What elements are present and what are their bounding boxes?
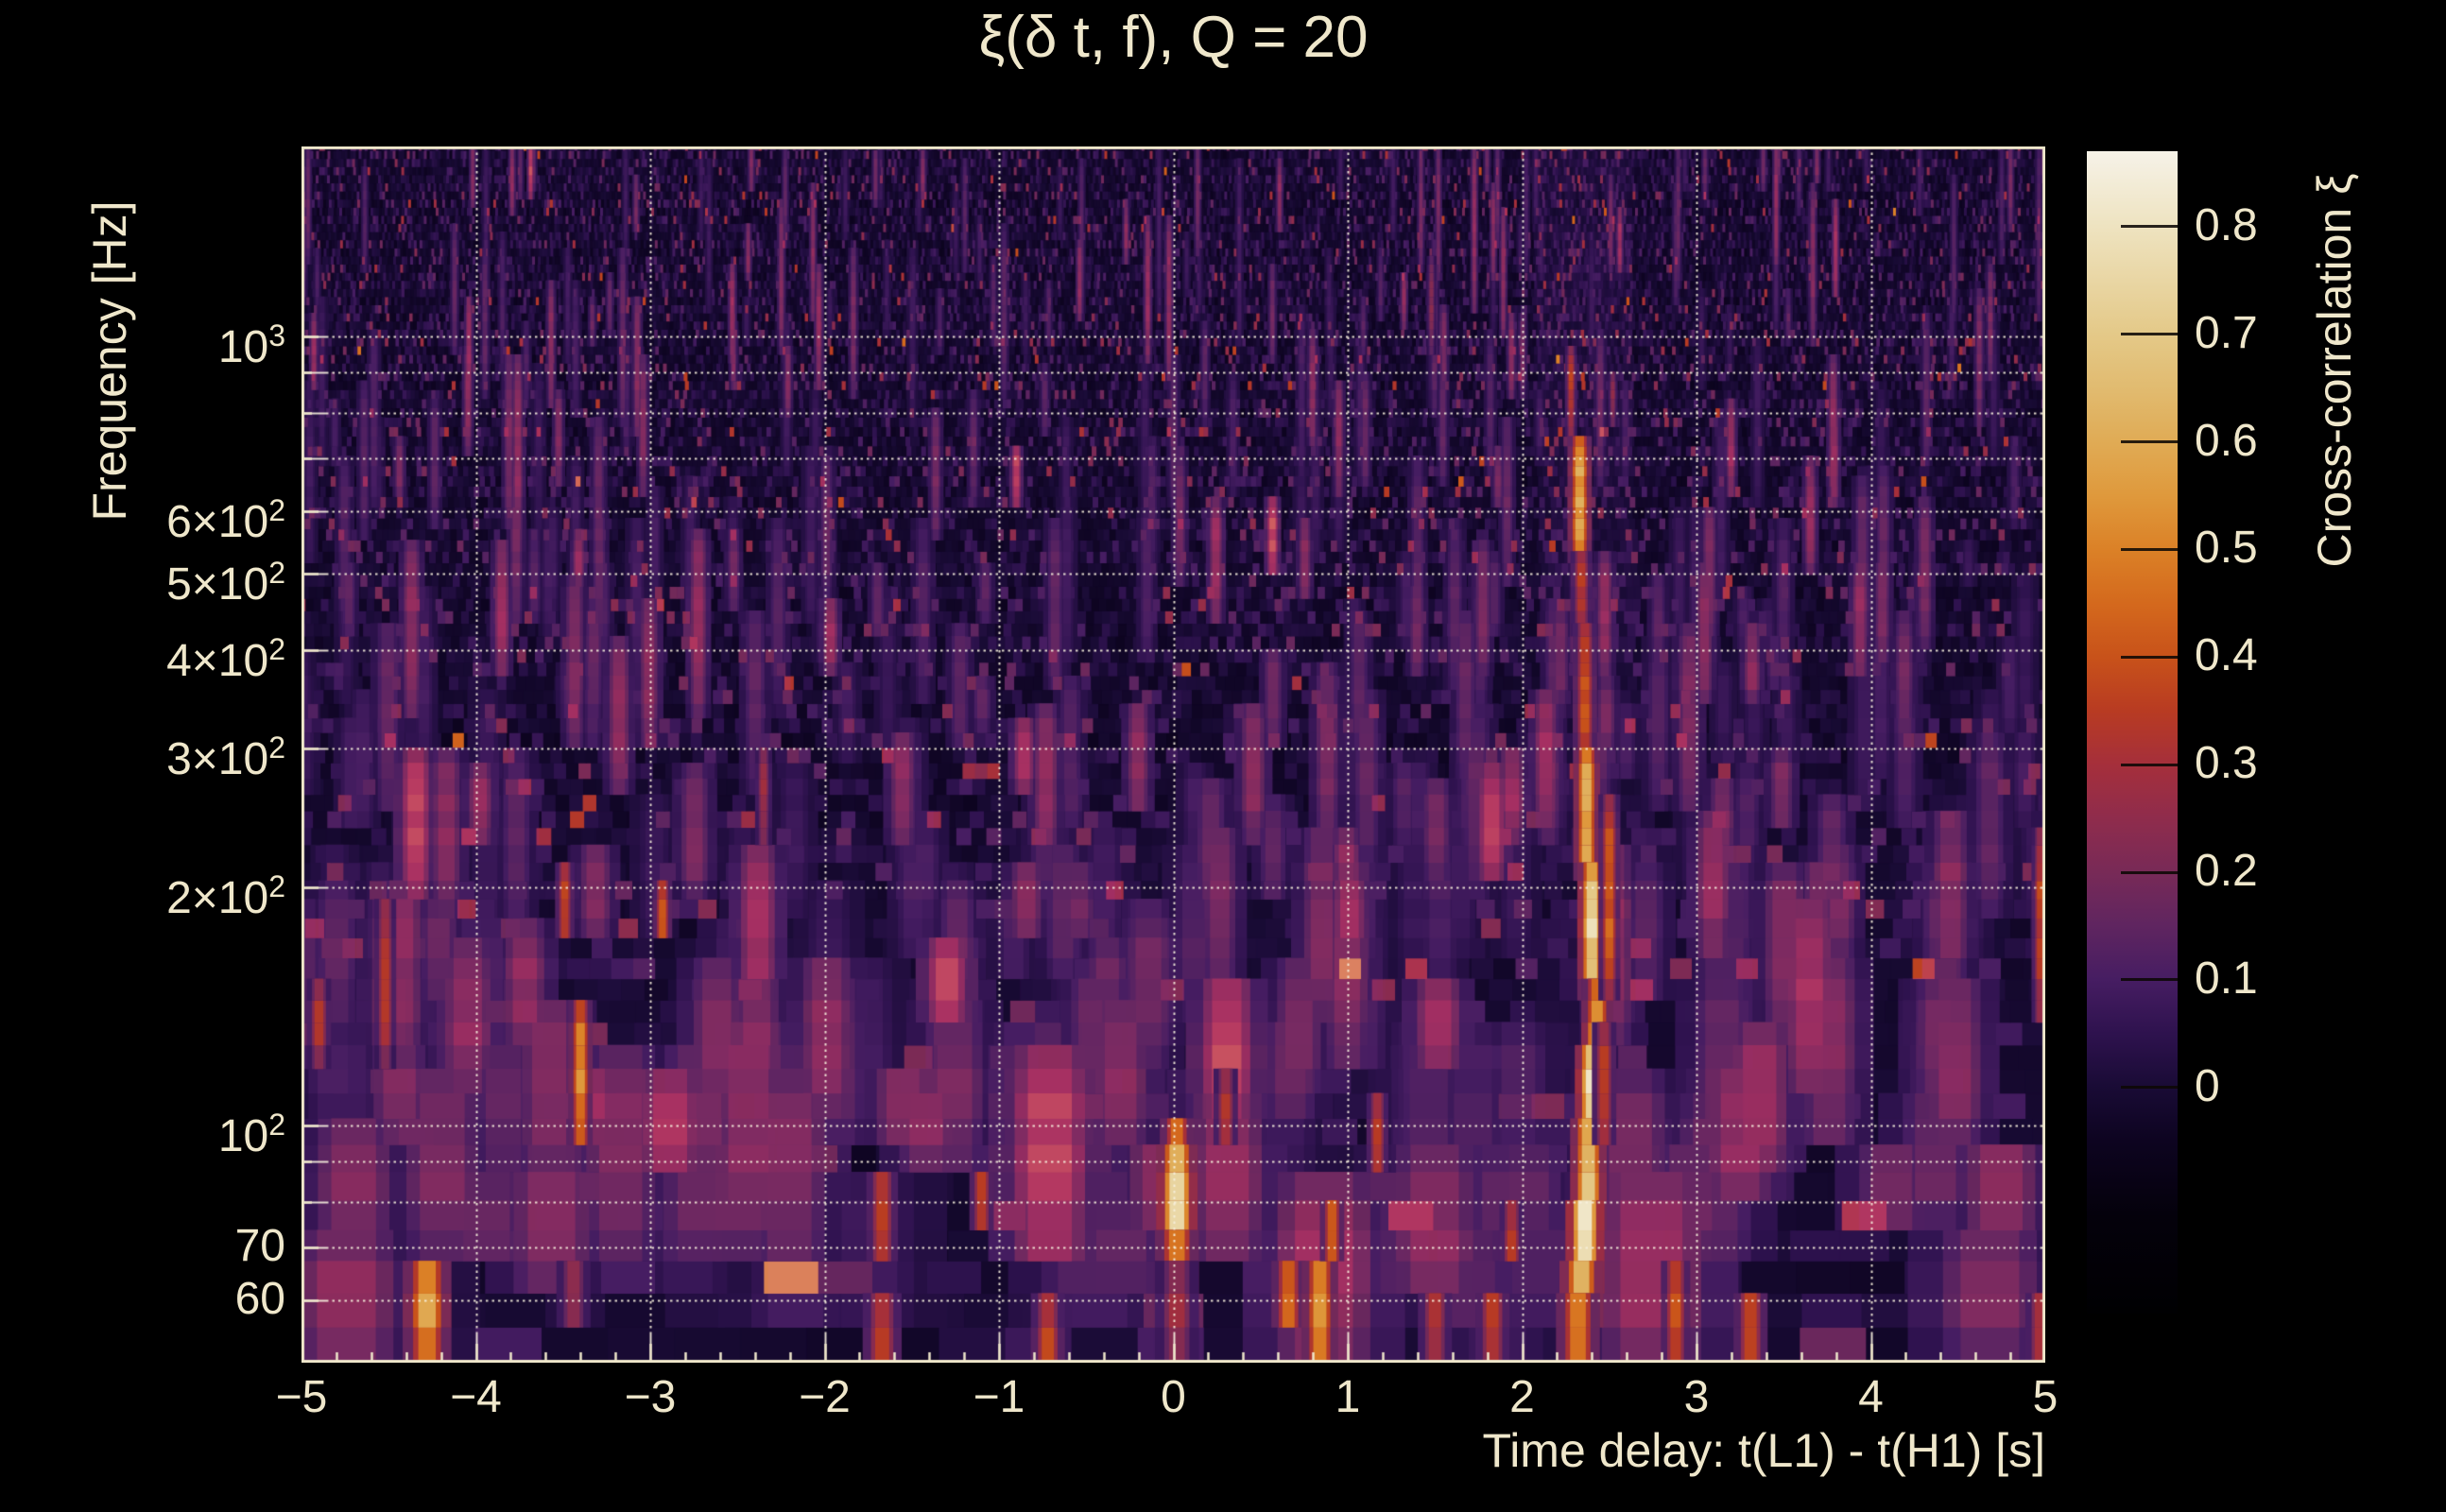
x-tick-label: 4 (1858, 1372, 1884, 1422)
colorbar-tick-label: 0.3 (2195, 738, 2258, 789)
x-tick-label: −2 (799, 1372, 851, 1422)
x-tick-label: 0 (1161, 1372, 1186, 1422)
y-tick-label: 3×102 (166, 730, 285, 785)
colorbar-gradient (2087, 151, 2178, 1314)
y-tick-exponent: 2 (268, 493, 285, 528)
colorbar-tick-label: 0.1 (2195, 953, 2258, 1004)
colorbar-tick (2121, 763, 2178, 766)
y-tick-label: 6×102 (166, 493, 285, 548)
colorbar-tick-label: 0.2 (2195, 846, 2258, 897)
y-tick-exponent: 2 (268, 632, 285, 667)
y-tick-label: 102 (217, 1107, 285, 1161)
colorbar-tick-label: 0 (2195, 1060, 2220, 1111)
colorbar-tick (2121, 547, 2178, 551)
y-tick-exponent: 2 (268, 730, 285, 765)
y-tick-label: 60 (234, 1273, 285, 1324)
y-tick-exponent: 2 (268, 1107, 285, 1142)
heatmap-canvas (301, 146, 2045, 1363)
x-axis-title: Time delay: t(L1) - t(H1) [s] (1482, 1424, 2045, 1477)
x-tick-label: 3 (1683, 1372, 1710, 1422)
figure-root: { "colors": { "background": "#000000", "… (0, 0, 2446, 1512)
y-tick-label: 103 (217, 318, 285, 372)
colorbar-tick-label: 0.4 (2195, 630, 2258, 681)
y-tick-exponent: 2 (268, 556, 285, 591)
colorbar-tick (2121, 978, 2178, 982)
y-tick-exponent: 3 (268, 318, 285, 352)
colorbar-tick (2121, 655, 2178, 659)
x-tick-label: −3 (624, 1372, 677, 1422)
y-tick-label: 5×102 (166, 556, 285, 610)
colorbar-tick (2121, 333, 2178, 336)
x-tick-label: 2 (1509, 1372, 1535, 1422)
y-tick-exponent: 2 (268, 869, 285, 904)
colorbar-tick (2121, 440, 2178, 443)
x-tick-label: 5 (2032, 1372, 2058, 1422)
y-tick-label: 4×102 (166, 632, 285, 687)
x-tick-label: −1 (973, 1372, 1025, 1422)
colorbar-tick-label: 0.6 (2195, 415, 2258, 466)
x-tick-label: 1 (1335, 1372, 1361, 1422)
colorbar-tick-label: 0.7 (2195, 307, 2258, 358)
y-tick-label: 2×102 (166, 869, 285, 924)
colorbar-tick (2121, 870, 2178, 874)
y-tick-label: 70 (234, 1221, 285, 1271)
x-tick-label: −4 (450, 1372, 502, 1422)
chart-title: ξ(δ t, f), Q = 20 (978, 5, 1369, 70)
colorbar-tick-label: 0.8 (2195, 199, 2258, 250)
colorbar-tick-label: 0.5 (2195, 523, 2258, 574)
colorbar-title: Cross-correlation ξ (2308, 173, 2361, 568)
colorbar-tick (2121, 1086, 2178, 1090)
colorbar-tick (2121, 225, 2178, 229)
x-tick-label: −5 (275, 1372, 328, 1422)
